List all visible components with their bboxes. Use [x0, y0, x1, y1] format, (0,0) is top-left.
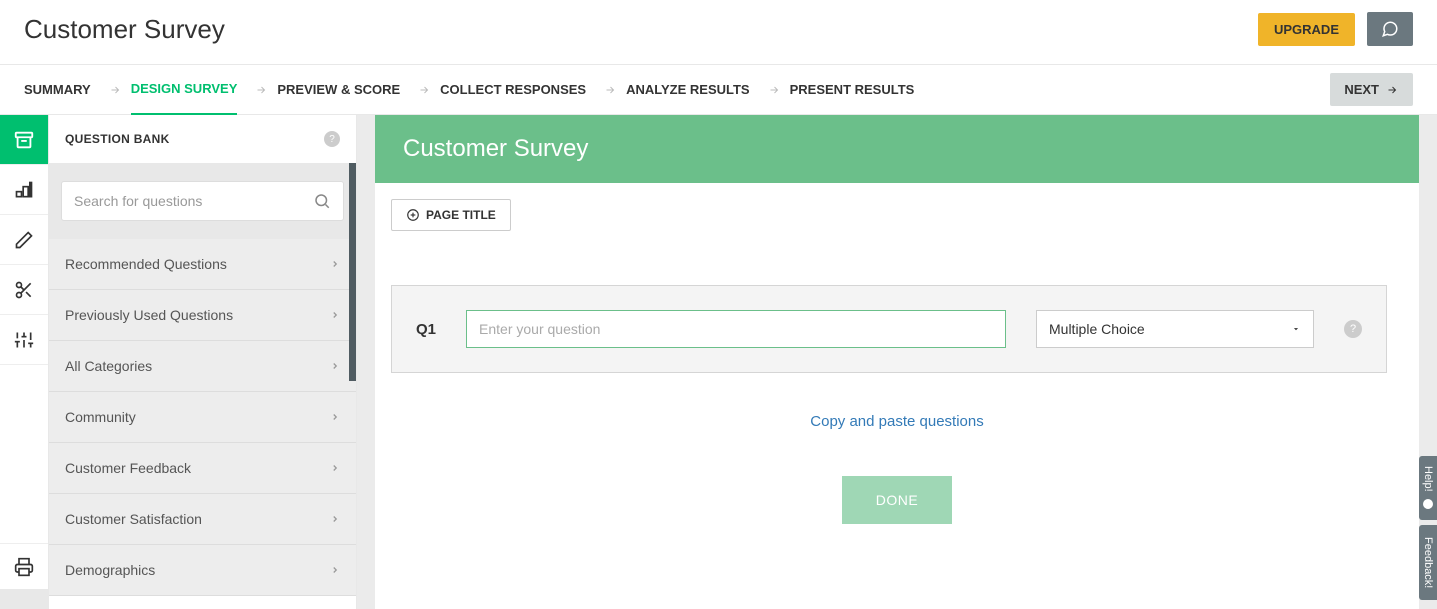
- category-previous[interactable]: Previously Used Questions: [49, 290, 356, 341]
- search-container: [49, 163, 356, 239]
- upgrade-button[interactable]: UPGRADE: [1258, 13, 1355, 46]
- question-bank-sidebar: QUESTION BANK ? Recommended Questions Pr…: [49, 115, 357, 609]
- chat-icon: [1379, 20, 1401, 38]
- archive-icon: [13, 129, 35, 151]
- scissors-icon: [14, 280, 34, 300]
- question-text-input[interactable]: [466, 310, 1006, 348]
- scrollbar-thumb[interactable]: [349, 163, 356, 381]
- help-float-label: Help!: [1422, 466, 1434, 492]
- category-community[interactable]: Community: [49, 392, 356, 443]
- question-type-select[interactable]: Multiple Choice: [1036, 310, 1314, 348]
- step-collect-responses[interactable]: COLLECT RESPONSES: [440, 65, 586, 114]
- chevron-right-icon: [604, 84, 616, 96]
- chat-button[interactable]: [1367, 12, 1413, 46]
- app-header: Customer Survey UPGRADE: [0, 0, 1437, 65]
- sidebar-title: QUESTION BANK: [65, 132, 170, 146]
- iconbar-options[interactable]: [0, 315, 48, 365]
- feedback-float-label: Feedback!: [1422, 537, 1434, 588]
- done-button[interactable]: DONE: [842, 476, 952, 524]
- copy-paste-link[interactable]: Copy and paste questions: [391, 413, 1403, 430]
- category-label: Customer Satisfaction: [65, 511, 202, 527]
- search-box: [61, 181, 344, 221]
- help-icon[interactable]: ?: [324, 131, 340, 147]
- iconbar-question-bank[interactable]: [0, 115, 48, 165]
- category-list: Recommended Questions Previously Used Qu…: [49, 239, 356, 609]
- sidebar-header: QUESTION BANK ?: [49, 115, 356, 163]
- survey-banner: Customer Survey: [375, 115, 1419, 183]
- step-design-survey[interactable]: DESIGN SURVEY: [131, 64, 238, 116]
- iconbar-print[interactable]: [0, 543, 48, 589]
- survey-container: Customer Survey PAGE TITLE Q1 Multiple C…: [375, 115, 1419, 609]
- category-label: Customer Feedback: [65, 460, 191, 476]
- question-number: Q1: [416, 321, 436, 338]
- category-all[interactable]: All Categories: [49, 341, 356, 392]
- next-label: NEXT: [1344, 82, 1379, 97]
- step-nav: SUMMARY DESIGN SURVEY PREVIEW & SCORE CO…: [0, 65, 1437, 115]
- step-present-results[interactable]: PRESENT RESULTS: [790, 65, 915, 114]
- header-actions: UPGRADE: [1258, 12, 1413, 46]
- chevron-right-icon: [109, 84, 121, 96]
- chevron-right-icon: [255, 84, 267, 96]
- blocks-icon: [14, 180, 34, 200]
- print-icon: [14, 557, 34, 577]
- left-iconbar: [0, 115, 49, 609]
- app-body: QUESTION BANK ? Recommended Questions Pr…: [0, 115, 1437, 609]
- category-label: Previously Used Questions: [65, 307, 233, 323]
- chevron-right-icon: [330, 512, 340, 526]
- category-recommended[interactable]: Recommended Questions: [49, 239, 356, 290]
- search-input[interactable]: [74, 193, 313, 209]
- chevron-right-icon: [418, 84, 430, 96]
- step-analyze-results[interactable]: ANALYZE RESULTS: [626, 65, 750, 114]
- step-summary[interactable]: SUMMARY: [24, 65, 91, 114]
- category-label: Community: [65, 409, 136, 425]
- iconbar-spacer: [0, 365, 48, 543]
- search-icon[interactable]: [313, 192, 331, 210]
- next-button[interactable]: NEXT: [1330, 73, 1413, 106]
- category-demographics[interactable]: Demographics: [49, 545, 356, 596]
- chevron-right-icon: [330, 563, 340, 577]
- page-title-label: PAGE TITLE: [426, 208, 496, 222]
- iconbar-logic[interactable]: [0, 265, 48, 315]
- category-label: Recommended Questions: [65, 256, 227, 272]
- plus-circle-icon: [406, 208, 420, 222]
- category-label: Demographics: [65, 562, 155, 578]
- chevron-right-icon: [330, 257, 340, 271]
- category-customer-satisfaction[interactable]: Customer Satisfaction: [49, 494, 356, 545]
- chevron-right-icon: [330, 308, 340, 322]
- question-type-value: Multiple Choice: [1049, 321, 1145, 337]
- feedback-float-tab[interactable]: Feedback!: [1419, 525, 1437, 600]
- step-preview-score[interactable]: PREVIEW & SCORE: [277, 65, 400, 114]
- category-label: All Categories: [65, 358, 152, 374]
- chevron-right-icon: [330, 461, 340, 475]
- chevron-right-icon: [330, 359, 340, 373]
- chevron-right-icon: [330, 410, 340, 424]
- page-title-button[interactable]: PAGE TITLE: [391, 199, 511, 231]
- help-bubble-icon: [1422, 498, 1434, 510]
- caret-down-icon: [1291, 324, 1301, 334]
- main-canvas: Customer Survey PAGE TITLE Q1 Multiple C…: [357, 115, 1437, 609]
- iconbar-appearance[interactable]: [0, 215, 48, 265]
- question-help-icon[interactable]: ?: [1344, 320, 1362, 338]
- sliders-icon: [14, 330, 34, 350]
- chevron-right-icon: [768, 84, 780, 96]
- pencil-icon: [14, 230, 34, 250]
- survey-banner-title: Customer Survey: [403, 135, 588, 162]
- category-customer-feedback[interactable]: Customer Feedback: [49, 443, 356, 494]
- survey-content: PAGE TITLE Q1 Multiple Choice ? Copy and…: [375, 183, 1419, 564]
- survey-title: Customer Survey: [24, 14, 225, 45]
- help-float-tab[interactable]: Help!: [1419, 456, 1437, 520]
- iconbar-collapse[interactable]: [0, 589, 48, 609]
- iconbar-builder[interactable]: [0, 165, 48, 215]
- question-card: Q1 Multiple Choice ?: [391, 285, 1387, 373]
- arrow-right-icon: [1385, 84, 1399, 96]
